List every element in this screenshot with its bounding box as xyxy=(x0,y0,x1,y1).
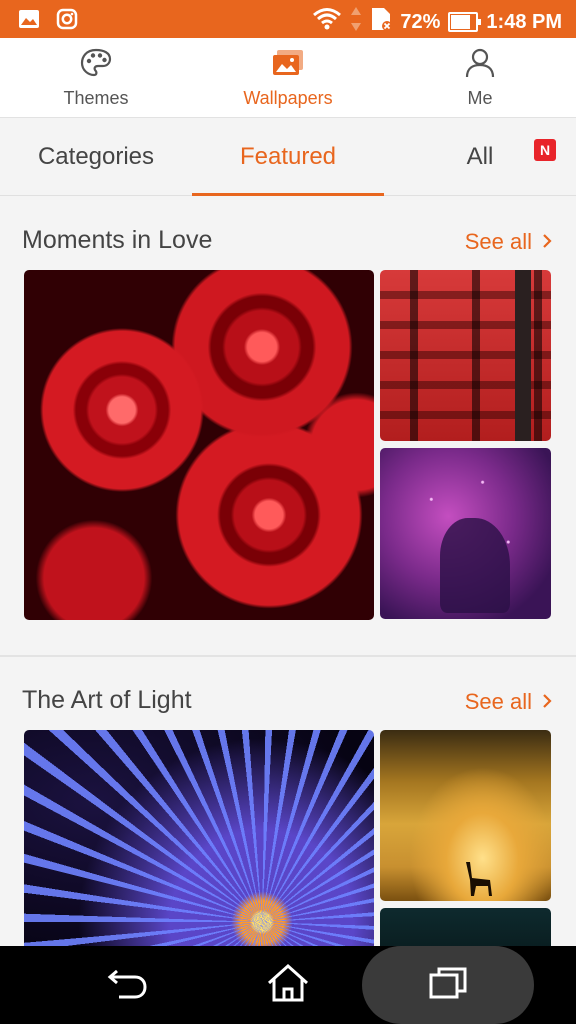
battery-percent: 72% xyxy=(400,10,441,33)
nav-wallpapers-label: Wallpapers xyxy=(243,87,333,108)
wallpaper-icon xyxy=(271,47,305,88)
see-all-moments-in-love[interactable]: See all xyxy=(465,229,552,255)
wallpaper-giraffe-sunset[interactable] xyxy=(380,730,551,901)
tab-categories[interactable]: Categories xyxy=(0,118,192,196)
horse-silhouette xyxy=(440,518,510,613)
wallpaper-nebula-horse[interactable] xyxy=(380,448,551,619)
clock: 1:48 PM xyxy=(486,10,562,33)
nav-themes-label: Themes xyxy=(63,87,129,108)
wifi-icon xyxy=(312,7,342,37)
nav-me[interactable]: Me xyxy=(384,38,576,117)
chevron-right-icon xyxy=(542,689,552,715)
chevron-right-icon xyxy=(542,229,552,255)
top-navigation: Themes Wallpapers Me xyxy=(0,38,576,118)
home-button[interactable] xyxy=(238,946,338,1024)
giraffe-silhouette xyxy=(466,862,492,896)
instagram-icon xyxy=(56,8,78,35)
home-icon xyxy=(266,963,310,1008)
status-bar: 72% 1:48 PM xyxy=(0,0,576,38)
wallpaper-fireworks[interactable] xyxy=(24,730,374,970)
new-badge: N xyxy=(534,139,556,161)
system-navigation-buttons xyxy=(0,946,576,1024)
data-arrows-icon xyxy=(350,6,362,38)
recent-apps-button[interactable] xyxy=(398,946,498,1024)
section-title-art-of-light: The Art of Light xyxy=(22,686,192,714)
pole xyxy=(515,270,531,441)
see-all-label: See all xyxy=(464,229,532,254)
see-all-art-of-light[interactable]: See all xyxy=(465,689,552,715)
nav-themes[interactable]: Themes xyxy=(0,38,192,117)
nav-me-label: Me xyxy=(467,87,493,108)
wallpaper-calligraphy[interactable] xyxy=(380,270,551,441)
sim-icon xyxy=(370,6,393,38)
nav-wallpapers[interactable]: Wallpapers xyxy=(192,38,384,117)
back-button[interactable] xyxy=(78,946,178,1024)
recent-apps-icon xyxy=(427,965,469,1006)
see-all-label: See all xyxy=(464,689,532,714)
section-divider xyxy=(0,655,576,657)
section-title-moments-in-love: Moments in Love xyxy=(22,226,213,254)
person-icon xyxy=(463,47,497,88)
back-icon xyxy=(107,965,149,1006)
wallpaper-roses[interactable] xyxy=(24,270,374,620)
battery-icon xyxy=(448,12,482,32)
tab-bar: Categories Featured All xyxy=(0,118,576,196)
palette-icon xyxy=(79,47,113,88)
gallery-icon xyxy=(18,8,40,35)
tab-featured[interactable]: Featured xyxy=(192,118,384,196)
